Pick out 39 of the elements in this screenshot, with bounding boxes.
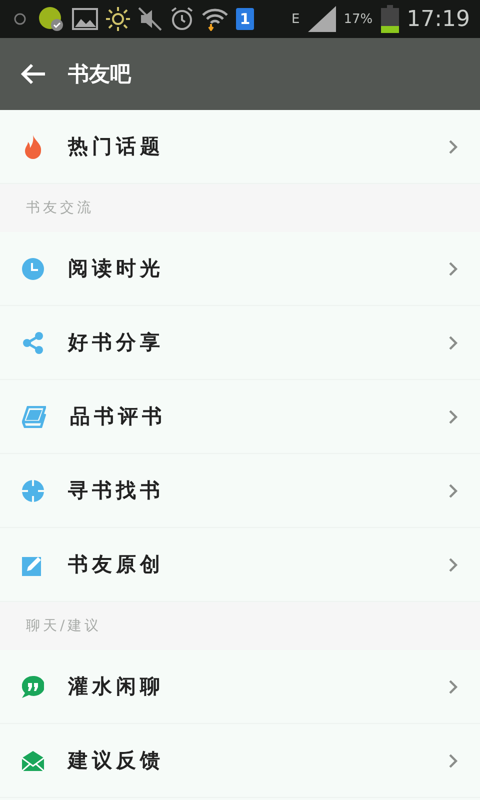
menu-item-label: 建议反馈 [68, 747, 165, 774]
app-title: 书友吧 [68, 60, 131, 88]
sim-badge: 1 [236, 8, 254, 30]
alarm-icon [170, 7, 194, 31]
clock-icon [22, 258, 44, 280]
network-type: E [291, 12, 300, 26]
quote-bubble-icon [22, 676, 44, 698]
chevron-right-icon [448, 334, 458, 350]
back-arrow-icon[interactable] [20, 63, 46, 85]
clock-time: 17:19 [406, 6, 470, 32]
chevron-right-icon [448, 556, 458, 572]
menu-item-label: 阅读时光 [68, 255, 165, 282]
menu-item-label: 寻书找书 [68, 477, 165, 504]
envelope-icon [22, 750, 44, 770]
signal-icon [308, 6, 336, 32]
chevron-right-icon [448, 752, 458, 768]
crosshair-icon [22, 480, 44, 502]
menu-item-label: 灌水闲聊 [68, 673, 165, 700]
mute-icon [138, 7, 162, 31]
menu-item-label: 书友原创 [68, 551, 165, 578]
menu-item-label: 热门话题 [68, 133, 165, 160]
section-title: 聊天/建议 [26, 617, 102, 635]
chevron-right-icon [448, 482, 458, 498]
book-icon [22, 406, 46, 428]
image-icon [72, 8, 98, 30]
menu-item-label: 好书分享 [68, 329, 165, 356]
flame-icon [22, 134, 44, 158]
section-title: 书友交流 [26, 199, 94, 217]
share-icon [22, 332, 44, 354]
chevron-right-icon [448, 678, 458, 694]
wifi-icon [202, 7, 228, 31]
sun-icon [106, 7, 130, 31]
chevron-right-icon [448, 138, 458, 154]
app-icon [38, 6, 64, 32]
battery-icon [380, 5, 399, 33]
battery-percent: 17% [344, 12, 373, 26]
menu-item-label: 品书评书 [70, 403, 167, 430]
chevron-right-icon [448, 260, 458, 276]
chevron-right-icon [448, 408, 458, 424]
